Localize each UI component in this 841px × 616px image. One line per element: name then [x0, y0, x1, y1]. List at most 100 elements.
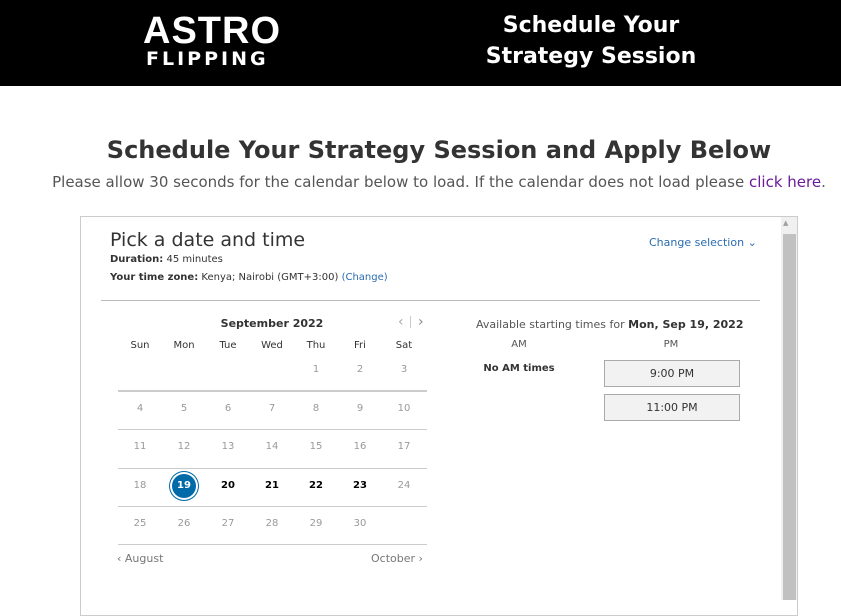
logo-subtext: FLIPPING [146, 48, 269, 70]
time-slot-button[interactable]: 11:00 PM [604, 394, 740, 421]
prev-month-label: August [124, 552, 164, 565]
day-number: 25 [133, 518, 147, 529]
available-label: Available starting times for [476, 318, 629, 331]
day-number: 14 [265, 441, 279, 452]
selected-date: Mon, Sep 19, 2022 [628, 318, 744, 331]
calendar-day[interactable]: 20 [206, 474, 250, 498]
calendar-day-selected[interactable]: 19 [162, 474, 206, 498]
timezone-label: Your time zone: [110, 272, 199, 283]
week-divider [118, 429, 427, 430]
weekday-header: Mon [173, 340, 195, 351]
weekday-header: Wed [261, 340, 283, 351]
calendar-day: 7 [250, 397, 294, 421]
day-number: 28 [265, 518, 279, 529]
calendar-day: 8 [294, 397, 338, 421]
calendar-day: 6 [206, 397, 250, 421]
calendar-day: 14 [250, 435, 294, 459]
day-number: 11 [133, 441, 147, 452]
day-number: 21 [265, 480, 279, 491]
day-number: 2 [356, 364, 364, 375]
calendar-day: 13 [206, 435, 250, 459]
chevron-down-icon: ⌄ [747, 236, 757, 249]
day-number: 12 [177, 441, 191, 452]
day-number: 19 [172, 474, 196, 498]
calendar-day: 2 [338, 358, 382, 382]
change-selection-link[interactable]: Change selection ⌄ [649, 236, 757, 249]
calendar-day: 29 [294, 512, 338, 536]
chevron-left-icon: ‹ [117, 552, 125, 565]
am-column-header: AM [511, 339, 527, 350]
page-title: Schedule Your Strategy Session and Apply… [106, 136, 772, 164]
subtitle-text: Please allow 30 seconds for the calendar… [52, 173, 749, 191]
weekday-header: Sun [130, 340, 150, 351]
day-number: 29 [309, 518, 323, 529]
logo[interactable]: ASTRO [143, 10, 281, 53]
change-selection-label: Change selection [649, 236, 745, 249]
weekday-header: Thu [306, 340, 326, 351]
click-here-link[interactable]: click here [749, 173, 821, 191]
calendar-day: 15 [294, 435, 338, 459]
calendar-day: 26 [162, 512, 206, 536]
day-number: 3 [400, 364, 408, 375]
calendar-day[interactable]: 22 [294, 474, 338, 498]
week-divider [118, 391, 427, 392]
duration: Duration: 45 minutes [110, 254, 223, 265]
next-month-icon[interactable]: › [418, 314, 424, 330]
prev-month-icon[interactable]: ‹ [398, 314, 404, 330]
calendar-day: 10 [382, 397, 426, 421]
next-month-link[interactable]: October › [371, 552, 423, 565]
page-subtitle: Please allow 30 seconds for the calendar… [0, 173, 841, 191]
calendar-day[interactable]: 23 [338, 474, 382, 498]
day-number: 7 [268, 403, 276, 414]
calendar-day: 9 [338, 397, 382, 421]
timezone-change-link[interactable]: (Change) [342, 272, 388, 283]
pm-column-header: PM [663, 339, 679, 350]
day-number: 27 [221, 518, 235, 529]
scrollbar-thumb[interactable] [783, 234, 796, 600]
timezone: Your time zone: Kenya; Nairobi (GMT+3:00… [110, 272, 388, 283]
calendar-day: 4 [118, 397, 162, 421]
week-divider [118, 468, 427, 469]
week-divider [118, 506, 427, 507]
day-number: 22 [309, 480, 323, 491]
header-title: Schedule Your Strategy Session [485, 13, 697, 69]
prev-month-link[interactable]: ‹ August [117, 552, 163, 565]
duration-value: 45 minutes [166, 254, 223, 265]
divider [101, 300, 760, 301]
calendar-day: 5 [162, 397, 206, 421]
calendar-day: 24 [382, 474, 426, 498]
scroll-up-icon[interactable]: ▲ [783, 219, 788, 227]
scheduler-heading: Pick a date and time [110, 229, 306, 251]
no-am-times: No AM times [483, 363, 555, 374]
calendar-day: 16 [338, 435, 382, 459]
weekday-header: Fri [354, 340, 366, 351]
day-number: 5 [180, 403, 188, 414]
calendar-day: 17 [382, 435, 426, 459]
subtitle-end: . [821, 173, 826, 191]
available-times-heading: Available starting times for Mon, Sep 19… [476, 318, 744, 331]
nav-separator [410, 316, 411, 328]
calendar-day[interactable]: 21 [250, 474, 294, 498]
timezone-value: Kenya; Nairobi (GMT+3:00) [201, 272, 339, 283]
day-number: 13 [221, 441, 235, 452]
calendar-day: 25 [118, 512, 162, 536]
day-number: 20 [221, 480, 235, 491]
day-number: 10 [397, 403, 411, 414]
day-number: 16 [353, 441, 367, 452]
calendar-day: 30 [338, 512, 382, 536]
time-slot-button[interactable]: 9:00 PM [604, 360, 740, 387]
calendar-day: 12 [162, 435, 206, 459]
day-number: 6 [224, 403, 232, 414]
chevron-right-icon: › [415, 552, 423, 565]
day-number: 24 [397, 480, 411, 491]
calendar-month: September 2022 [220, 317, 324, 330]
day-number: 9 [356, 403, 364, 414]
duration-label: Duration: [110, 254, 164, 265]
day-number: 8 [312, 403, 320, 414]
calendar-day: 18 [118, 474, 162, 498]
day-number: 1 [312, 364, 320, 375]
calendar-day: 27 [206, 512, 250, 536]
day-number: 26 [177, 518, 191, 529]
day-number: 30 [353, 518, 367, 529]
calendar-day: 11 [118, 435, 162, 459]
